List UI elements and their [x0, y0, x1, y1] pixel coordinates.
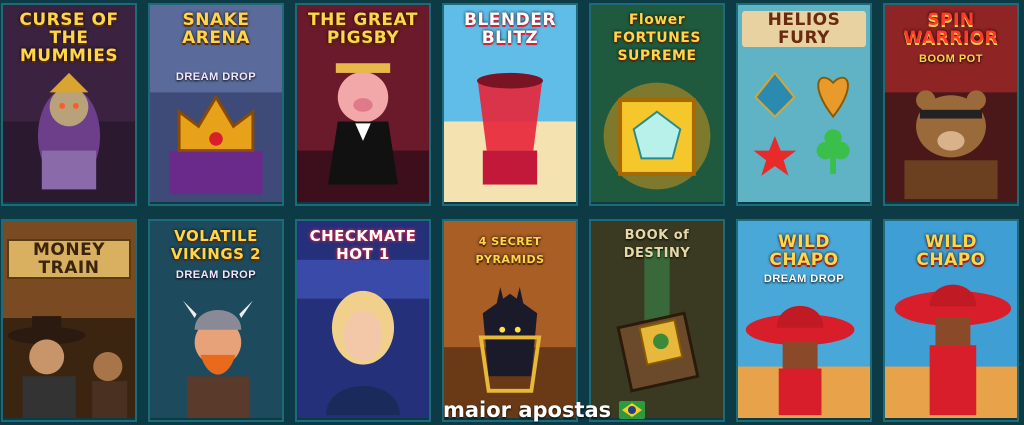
game-tile-spin-warrior[interactable]: SPIN WARRIOR BOOM POT [883, 3, 1019, 206]
game-title: MONEY TRAIN [7, 239, 131, 279]
game-title: WILD CHAPO [769, 232, 839, 270]
game-title: SNAKE ARENA [182, 10, 250, 48]
game-tile-4-secret-pyramids[interactable]: 4 SECRET PYRAMIDS [442, 219, 578, 422]
game-subtitle: DREAM DROP [175, 71, 257, 83]
brazil-flag-icon [619, 401, 646, 419]
game-title: SPIN WARRIOR [903, 10, 999, 48]
game-title: BOOK of DESTINY [623, 228, 691, 261]
game-title: CURSE OF THE MUMMIES [19, 10, 119, 66]
game-tile-checkmate-hot-1[interactable]: CHECKMATE HOT 1 [295, 219, 431, 422]
game-tile-curse-of-the-mummies[interactable]: CURSE OF THE MUMMIES [1, 3, 137, 206]
game-subtitle: DREAM DROP [175, 269, 257, 281]
game-tile-book-of-destiny[interactable]: BOOK of DESTINY [589, 219, 725, 422]
game-title: HELIOS FURY [742, 11, 866, 47]
game-subtitle: DREAM DROP [763, 273, 845, 285]
game-title: VOLATILE VIKINGS 2 [170, 227, 262, 263]
game-grid: CURSE OF THE MUMMIES SNAKE ARENA DREAM D… [0, 0, 1024, 425]
game-tile-flower-fortunes-supreme[interactable]: Flower FORTUNES SUPREME [589, 3, 725, 206]
site-watermark: maior apostas [443, 398, 646, 422]
watermark-text: maior apostas [443, 398, 612, 422]
game-tile-snake-arena[interactable]: SNAKE ARENA DREAM DROP [148, 3, 284, 206]
game-title: CHECKMATE HOT 1 [309, 227, 417, 263]
game-subtitle: BOOM POT [919, 53, 983, 65]
game-title: THE GREAT PIGSBY [308, 10, 418, 48]
game-tile-money-train[interactable]: MONEY TRAIN [1, 219, 137, 422]
game-tile-wild-chapo[interactable]: WILD CHAPO [883, 219, 1019, 422]
game-title: Flower FORTUNES SUPREME [613, 12, 701, 64]
game-tile-the-great-pigsby[interactable]: THE GREAT PIGSBY [295, 3, 431, 206]
game-title: 4 SECRET PYRAMIDS [475, 235, 545, 266]
game-tile-helios-fury[interactable]: HELIOS FURY [736, 3, 872, 206]
game-tile-blender-blitz[interactable]: BLENDER BLITZ [442, 3, 578, 206]
game-tile-volatile-vikings-2[interactable]: VOLATILE VIKINGS 2 DREAM DROP [148, 219, 284, 422]
game-tile-wild-chapo-dream-drop[interactable]: WILD CHAPO DREAM DROP [736, 219, 872, 422]
game-title: WILD CHAPO [916, 232, 986, 270]
game-title: BLENDER BLITZ [464, 10, 556, 48]
